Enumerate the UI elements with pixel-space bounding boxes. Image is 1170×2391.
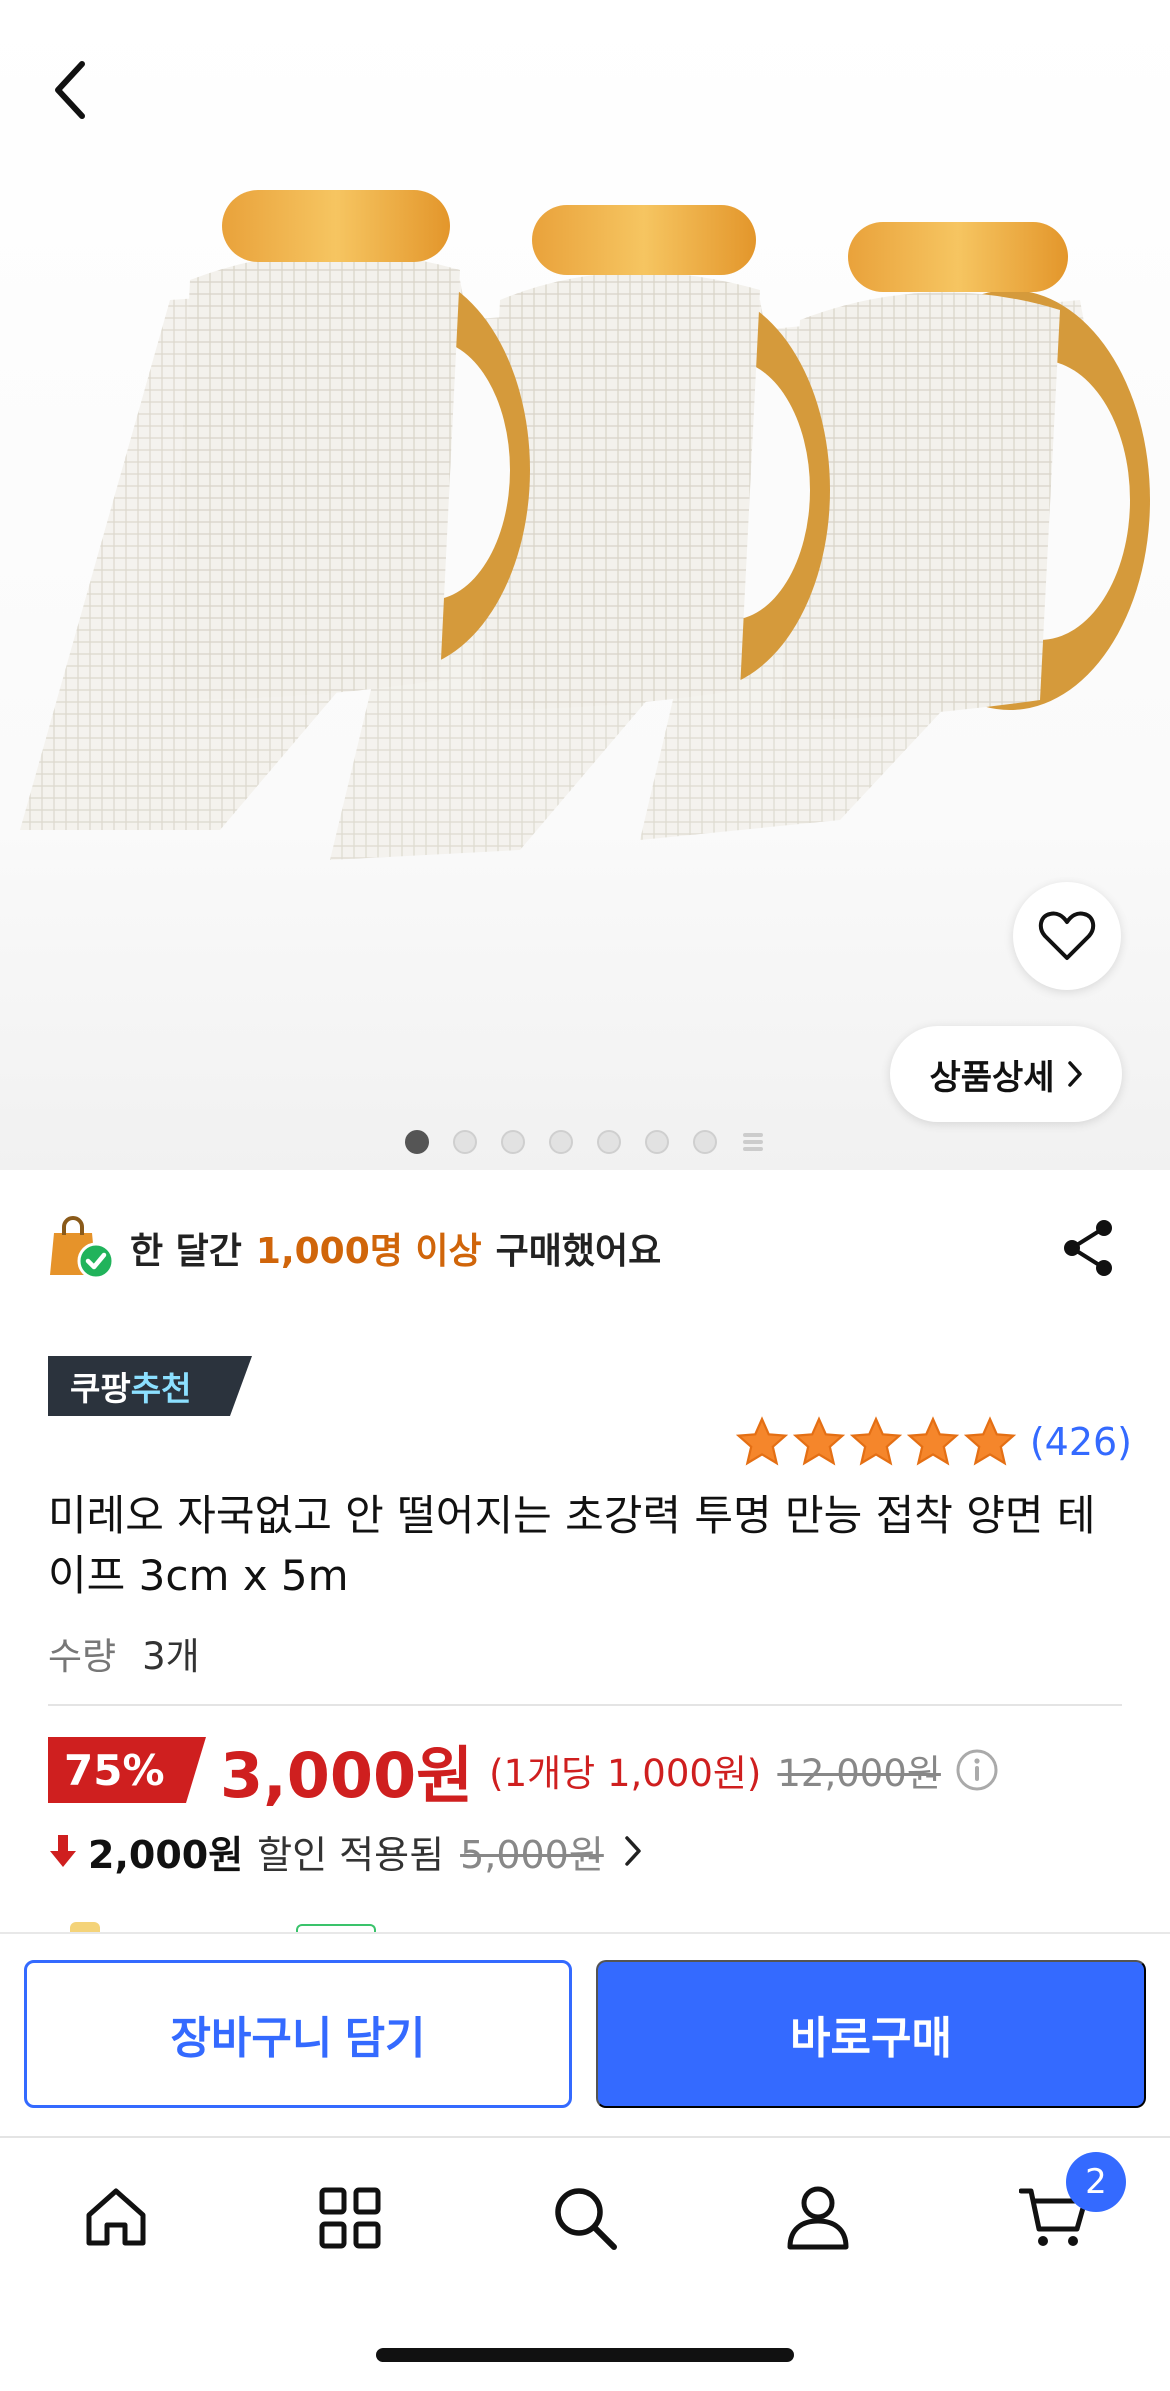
heart-icon [1038,911,1096,960]
divider [48,1704,1122,1706]
product-title: 미레오 자국없고 안 떨어지는 초강력 투명 만능 접착 양면 테이프 3cm … [48,1491,1096,1600]
coupon-amount: 2,000원 [88,1832,244,1877]
purchase-prefix: 한 달간 [130,1231,242,1272]
price-info-button[interactable] [955,1748,999,1792]
unit-price: (1개당 1,000원) [489,1752,762,1795]
shopping-bag-check-icon [50,1216,115,1280]
star-icon [849,1416,902,1466]
purchase-count-banner: 한 달간 1,000명 이상 구매했어요 [48,1210,661,1286]
gallery-dot[interactable] [405,1130,429,1154]
wishlist-button[interactable] [1013,882,1121,990]
star-icon [735,1416,788,1466]
badge-text-recommend: 추천 [130,1369,192,1408]
gallery-dot[interactable] [597,1130,621,1154]
gallery-more-icon [741,1130,765,1154]
star-icon [906,1416,959,1466]
star-icon [963,1416,1016,1466]
review-count[interactable]: (426) [1030,1420,1132,1464]
gallery-pagination [0,1130,1170,1154]
gallery-dot[interactable] [453,1130,477,1154]
product-detail-button[interactable]: 상품상세 [890,1026,1122,1122]
coupon-old-price: 5,000원 [460,1832,604,1877]
discount-badge: 75% [48,1737,206,1803]
quantity-label: 수량 [48,1635,117,1678]
chevron-right-icon [624,1835,642,1867]
arrow-down-icon [50,1835,76,1867]
tab-my-account[interactable] [768,2168,868,2268]
product-image-gallery[interactable]: 상품상세 [0,0,1170,1170]
grid-icon [319,2187,381,2249]
info-icon [956,1749,998,1791]
coupang-recommend-badge: 쿠팡 추천 [48,1356,252,1416]
coupon-discount-row[interactable]: 2,000원 할인 적용됨 5,000원 [48,1818,642,1884]
chevron-right-icon [1067,1061,1082,1087]
search-icon [555,2188,617,2250]
tab-home[interactable] [66,2168,166,2268]
cart-count-badge: 2 [1066,2152,1126,2212]
coupon-text: 할인 적용됨 [257,1832,445,1877]
home-indicator [376,2348,794,2362]
badge-text-brand: 쿠팡 [70,1369,131,1408]
purchase-suffix: 구매했어요 [495,1231,662,1272]
quantity-info: 수량 3개 [48,1626,200,1680]
purchase-highlight: 1,000명 이상 [255,1231,482,1272]
tab-search[interactable] [535,2168,635,2268]
gallery-dot[interactable] [693,1130,717,1154]
discount-rate: 75% [64,1745,165,1795]
gallery-dot[interactable] [501,1130,525,1154]
share-icon [1064,1220,1112,1276]
product-rating[interactable]: (426) [735,1412,1132,1472]
gallery-dot[interactable] [645,1130,669,1154]
user-icon [787,2186,849,2250]
home-icon [86,2188,146,2246]
star-icon [792,1416,845,1466]
add-to-cart-button[interactable]: 장바구니 담기 [24,1960,572,2108]
tab-categories[interactable] [300,2168,400,2268]
chevron-left-icon [55,61,85,119]
peek-icon [70,1922,100,1932]
buy-now-button[interactable]: 바로구매 [596,1960,1146,2108]
share-button[interactable] [1050,1215,1126,1281]
original-price: 12,000원 [777,1752,941,1795]
sale-price: 3,000원 [220,1739,474,1812]
product-detail-label: 상품상세 [929,1057,1055,1098]
gallery-dot[interactable] [549,1130,573,1154]
product-image [20,190,1150,860]
peek-badge [296,1924,376,1932]
back-button[interactable] [30,50,110,130]
price-row: 75% 3,000원 (1개당 1,000원) 12,000원 [48,1730,999,1812]
quantity-value: 3개 [142,1635,200,1678]
